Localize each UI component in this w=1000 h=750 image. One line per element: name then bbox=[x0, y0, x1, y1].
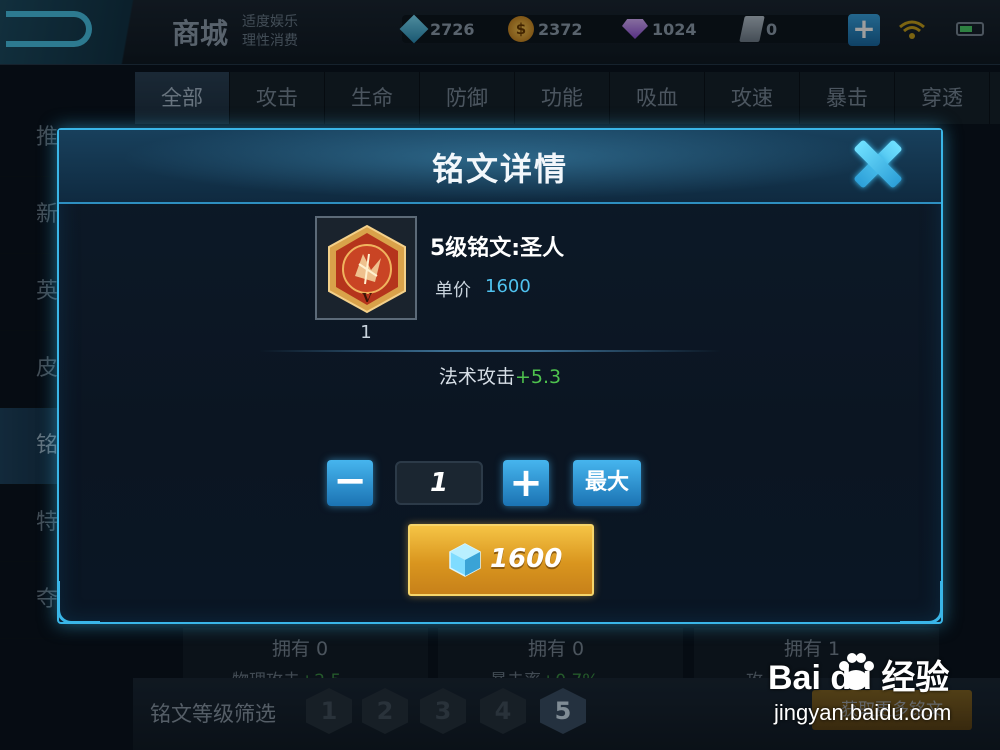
rune-icon-frame: V bbox=[315, 216, 417, 320]
rune-detail-dialog: 铭文详情 V 1 5级铭文:圣人 单价 1600 法术攻击+5.3 − 1 + … bbox=[57, 128, 943, 624]
minus-icon: − bbox=[333, 458, 367, 504]
stat-value: +5.3 bbox=[514, 366, 562, 388]
increase-quantity-button[interactable]: + bbox=[503, 460, 549, 506]
unit-price-label: 单价 bbox=[435, 280, 471, 301]
baidu-watermark: Bai du 经验 jingyan.baidu.com bbox=[760, 640, 1000, 745]
buy-price: 1600 bbox=[490, 544, 563, 574]
buy-button[interactable]: 1600 bbox=[408, 524, 594, 596]
plus-icon: + bbox=[509, 460, 543, 506]
baidu-paw-icon bbox=[839, 653, 874, 690]
close-icon[interactable] bbox=[851, 138, 903, 190]
rune-icon: V bbox=[328, 224, 406, 314]
watermark-url: jingyan.baidu.com bbox=[774, 700, 952, 725]
corner-decoration bbox=[57, 581, 100, 624]
gem-currency-icon bbox=[449, 543, 481, 577]
svg-text:V: V bbox=[361, 291, 372, 305]
max-quantity-button[interactable]: 最大 bbox=[573, 460, 641, 506]
corner-decoration bbox=[900, 581, 943, 624]
stat-name: 法术攻击 bbox=[438, 366, 515, 388]
divider bbox=[259, 350, 721, 352]
dialog-title: 铭文详情 bbox=[431, 150, 568, 188]
decrease-quantity-button[interactable]: − bbox=[327, 460, 373, 506]
owned-quantity: 1 bbox=[360, 322, 372, 343]
rune-stat: 法术攻击+5.3 bbox=[59, 362, 941, 389]
rune-name: 5级铭文:圣人 bbox=[430, 236, 565, 261]
quantity-input[interactable]: 1 bbox=[395, 461, 483, 505]
dialog-header: 铭文详情 bbox=[59, 130, 941, 204]
unit-price-value: 1600 bbox=[485, 276, 531, 297]
